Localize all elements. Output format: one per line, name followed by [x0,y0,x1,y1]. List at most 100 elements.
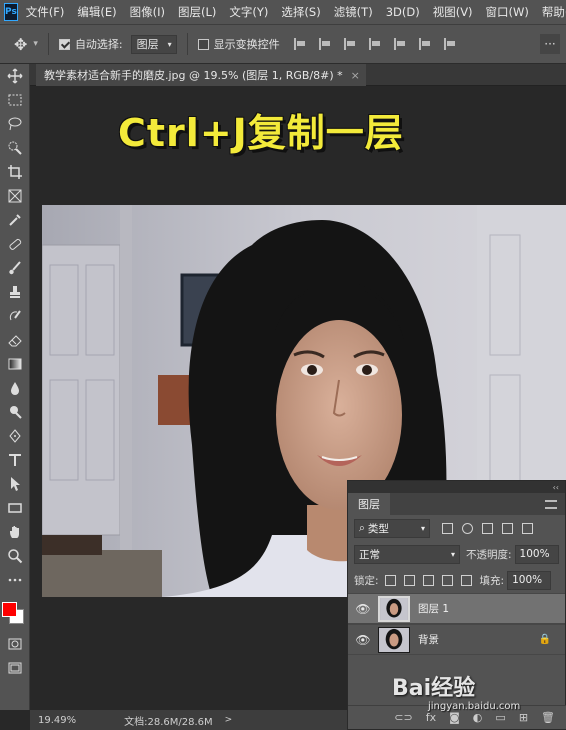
blur-tool-button[interactable] [0,376,30,400]
new-layer-icon[interactable]: ⊞ [519,711,528,724]
lasso-tool-button[interactable] [0,112,30,136]
pen-tool-button[interactable] [0,424,30,448]
move-tool-icon[interactable]: ✥ [14,35,27,54]
document-tab-title: 教学素材适合新手的磨皮.jpg @ 19.5% (图层 1, RGB/8#) * [44,69,343,82]
layer-row[interactable]: 👁 图层 1 [348,593,565,624]
frame-icon [8,189,22,203]
crop-icon [8,165,22,179]
pixel-filter-icon[interactable] [442,522,453,534]
eyedropper-tool-button[interactable] [0,208,30,232]
eraser-icon [8,335,22,347]
dodge-icon [10,406,22,419]
status-menu-arrow[interactable]: > [225,715,233,725]
auto-select-dropdown[interactable]: 图层 ▾ [130,34,177,54]
smart-object-filter-icon[interactable] [522,522,533,534]
watermark-url: jingyan.baidu.com [428,701,521,712]
adjustment-icon[interactable]: ◐ [473,711,483,724]
menu-view[interactable]: 视图(V) [433,4,473,20]
menu-layer[interactable]: 图层(L) [178,4,216,20]
quick-mask-button[interactable] [0,632,30,656]
brush-tool-button[interactable] [0,256,30,280]
trash-icon[interactable]: 🗑 [541,711,555,724]
path-select-tool-button[interactable] [0,472,30,496]
divider [47,33,49,55]
move-tool-button[interactable] [0,64,30,88]
zoom-tool-button[interactable] [0,544,30,568]
type-filter-icon[interactable] [482,522,493,534]
document-tab[interactable]: 教学素材适合新手的磨皮.jpg @ 19.5% (图层 1, RGB/8#) *… [36,64,366,86]
align-left-icon[interactable] [293,38,307,50]
menu-help[interactable]: 帮助(H) [542,4,566,20]
brush-icon [9,261,21,275]
menu-filter[interactable]: 滤镜(T) [334,4,373,20]
eraser-tool-button[interactable] [0,328,30,352]
layer-row[interactable]: 👁 背景 🔒 [348,624,565,655]
close-icon[interactable]: × [351,69,360,82]
auto-select-value: 图层 [136,38,159,51]
lock-image-icon[interactable] [403,574,415,586]
layer-thumbnail [378,626,410,653]
fill-input[interactable]: 100% [507,570,552,590]
more-options-button[interactable]: ··· [540,34,560,54]
eye-icon[interactable]: 👁 [348,602,378,616]
align-bottom-icon[interactable] [418,38,432,50]
filter-kind-select[interactable]: ⌕ 类型 ▾ [354,518,430,538]
menu-file[interactable]: 文件(F) [26,4,65,20]
mask-icon[interactable]: ◙ [449,711,460,724]
options-bar: ✥ ▾ 自动选择: 图层 ▾ 显示变换控件 ··· [0,24,566,64]
lock-all-icon[interactable] [460,574,472,586]
panel-collapse-strip: ‹‹ [348,481,565,493]
eye-icon[interactable]: 👁 [348,633,378,647]
crop-tool-button[interactable] [0,160,30,184]
gradient-tool-button[interactable] [0,352,30,376]
fx-button[interactable]: fx [426,711,436,724]
chevron-down-icon: ▾ [167,39,172,49]
screen-mode-button[interactable] [0,656,30,680]
rectangle-icon [8,503,22,513]
chevron-down-icon[interactable]: ▾ [33,39,38,49]
bandage-icon [9,238,22,250]
hand-tool-button[interactable] [0,520,30,544]
history-brush-tool-button[interactable] [0,304,30,328]
layer-thumbnail [378,595,410,622]
blend-mode-select[interactable]: 正常 ▾ [354,544,460,564]
menu-select[interactable]: 选择(S) [281,4,320,20]
shape-filter-icon[interactable] [502,522,513,534]
dodge-tool-button[interactable] [0,400,30,424]
foreground-color-swatch[interactable] [2,602,17,617]
shape-tool-button[interactable] [0,496,30,520]
history-brush-icon [9,310,21,321]
collapse-icon[interactable]: ‹‹ [553,483,559,492]
auto-select-checkbox[interactable] [58,38,70,50]
menu-type[interactable]: 文字(Y) [229,4,268,20]
quick-select-tool-button[interactable] [0,136,30,160]
healing-brush-tool-button[interactable] [0,232,30,256]
menu-window[interactable]: 窗口(W) [486,4,529,20]
distribute-icon[interactable] [443,38,457,50]
frame-tool-button[interactable] [0,184,30,208]
marquee-tool-button[interactable] [0,88,30,112]
lock-transparent-icon[interactable] [384,574,396,586]
menu-3d[interactable]: 3D(D) [386,5,420,19]
zoom-level[interactable]: 19.49% [38,715,76,726]
align-right-icon[interactable] [343,38,357,50]
panel-menu-icon[interactable] [545,500,557,509]
folder-icon[interactable]: ▭ [495,711,505,724]
menu-image[interactable]: 图像(I) [130,4,165,20]
lock-position-icon[interactable] [422,574,434,586]
transform-controls-checkbox[interactable] [197,38,209,50]
align-center-icon[interactable] [318,38,332,50]
more-tools-button[interactable] [0,568,30,592]
layer-name[interactable]: 图层 1 [418,601,449,616]
link-icon[interactable]: ⊂⊃ [394,711,412,724]
align-top-icon[interactable] [368,38,382,50]
stamp-tool-button[interactable] [0,280,30,304]
layer-name[interactable]: 背景 [418,632,439,647]
type-tool-button[interactable] [0,448,30,472]
lock-artboard-icon[interactable] [441,574,453,586]
adjustment-filter-icon[interactable] [462,522,473,534]
menu-edit[interactable]: 编辑(E) [77,4,116,20]
opacity-input[interactable]: 100% [514,544,559,564]
align-middle-icon[interactable] [393,38,407,50]
tab-layers[interactable]: 图层 [348,493,390,515]
